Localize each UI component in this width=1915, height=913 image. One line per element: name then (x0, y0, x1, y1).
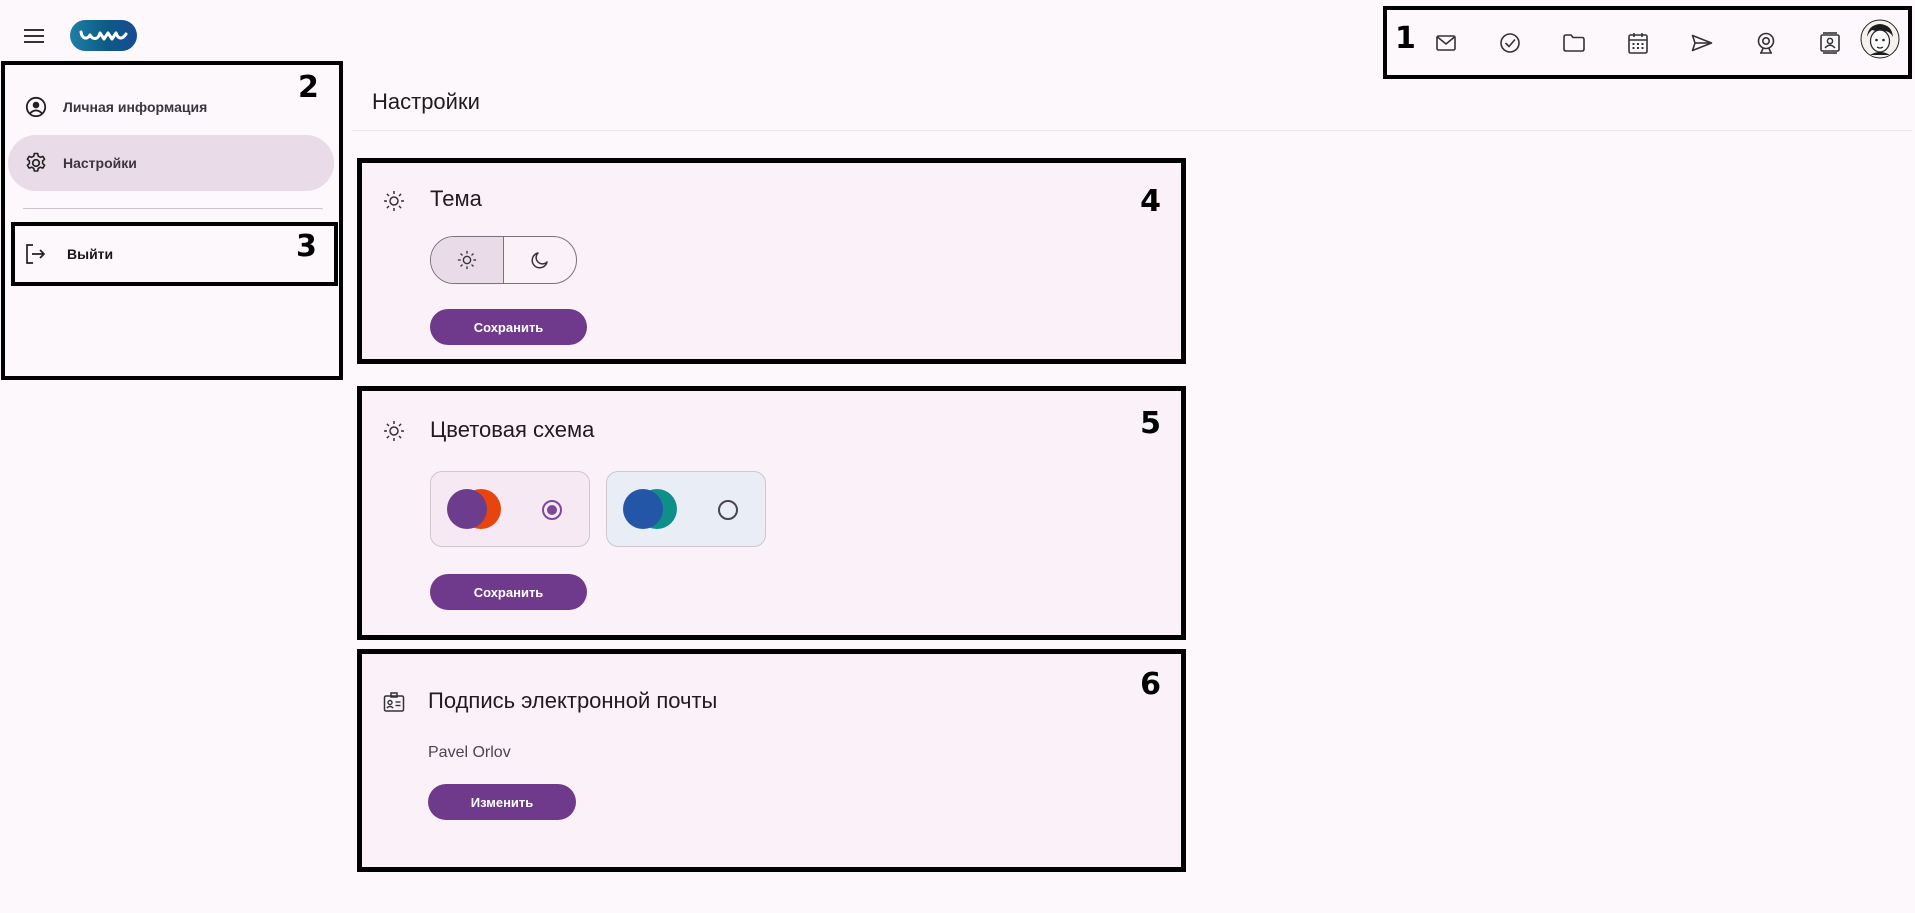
region-number: 1 (1395, 21, 1416, 56)
theme-save-button[interactable]: Сохранить (430, 309, 587, 345)
sidebar-divider (23, 208, 323, 209)
sidebar-item-personal-info[interactable]: Личная информация (8, 79, 334, 135)
theme-card: 4 Тема Сохранить (357, 158, 1186, 364)
theme-toggle (430, 236, 577, 284)
webcam-icon[interactable] (1750, 27, 1782, 59)
logout-button[interactable]: 3 Выйти (11, 222, 338, 286)
theme-light-option[interactable] (431, 237, 504, 283)
logout-label: Выйти (67, 246, 114, 262)
user-avatar[interactable] (1860, 19, 1900, 59)
sidebar-item-label: Настройки (63, 155, 137, 171)
region-number: 3 (296, 229, 317, 264)
signature-text: Pavel Orlov (428, 744, 511, 761)
contacts-icon[interactable] (1814, 27, 1846, 59)
theme-card-title: Тема (430, 186, 482, 211)
email-signature-card: 6 Подпись электронной почты Pavel Orlov … (357, 649, 1186, 872)
email-signature-card-title: Подпись электронной почты (428, 688, 718, 713)
sun-icon (382, 419, 406, 443)
scheme-radio[interactable] (542, 500, 562, 520)
edit-signature-button[interactable]: Изменить (428, 784, 576, 820)
color-swatch (623, 489, 683, 529)
sidebar-item-settings[interactable]: Настройки (8, 135, 334, 191)
swatch-primary (623, 489, 663, 529)
top-app-toolbar: 1 (1383, 6, 1912, 79)
title-divider (352, 130, 1912, 131)
color-scheme-card: 5 Цветовая схема Сохранить (357, 386, 1186, 640)
color-swatch (447, 489, 507, 529)
account-circle-icon (24, 95, 48, 119)
send-icon[interactable] (1686, 27, 1718, 59)
region-number: 5 (1140, 406, 1161, 441)
folder-icon[interactable] (1558, 27, 1590, 59)
app-logo[interactable] (70, 20, 137, 51)
dark-moon-icon (531, 251, 549, 269)
logout-icon (23, 242, 47, 266)
tasks-check-icon[interactable] (1494, 27, 1526, 59)
id-card-icon (382, 690, 406, 714)
region-number: 4 (1140, 184, 1161, 219)
sidebar-navigation: 2 Личная информация Настройки 3 Выйти (1, 61, 343, 380)
sun-icon (382, 189, 406, 213)
light-sun-icon (457, 250, 477, 270)
gear-icon (24, 151, 48, 175)
menu-icon[interactable] (22, 24, 46, 48)
color-scheme-card-title: Цветовая схема (430, 417, 595, 442)
calendar-icon[interactable] (1622, 27, 1654, 59)
scheme-radio[interactable] (718, 500, 738, 520)
page-title: Настройки (372, 89, 480, 114)
theme-dark-option[interactable] (504, 237, 577, 283)
sidebar-item-label: Личная информация (63, 99, 208, 115)
mail-icon[interactable] (1430, 27, 1462, 59)
color-scheme-save-button[interactable]: Сохранить (430, 574, 587, 610)
color-scheme-option-blue-teal[interactable] (606, 471, 766, 547)
region-number: 6 (1140, 667, 1161, 702)
swatch-primary (447, 489, 487, 529)
color-scheme-option-purple-orange[interactable] (430, 471, 590, 547)
